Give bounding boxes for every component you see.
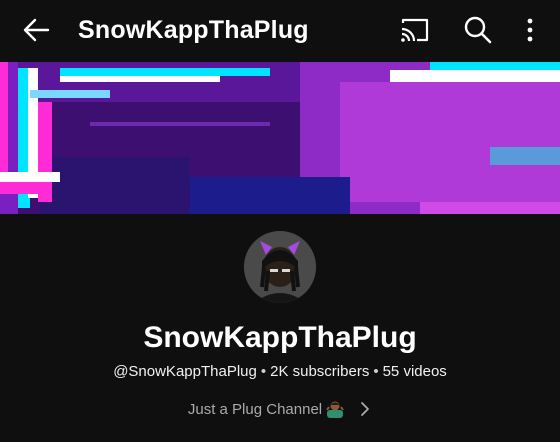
video-count: 55 videos [382,363,447,380]
channel-banner [0,62,560,214]
search-button[interactable] [460,12,496,48]
channel-avatar[interactable] [244,231,316,303]
subscriber-count: 2K subscribers [270,363,370,380]
channel-description: Just a Plug Channel [187,400,323,418]
person-shrugging-emoji [326,401,344,418]
channel-name: SnowKappThaPlug [143,321,417,354]
avatar-image [244,231,316,303]
app-header: SnowKappThaPlug [0,0,560,60]
banner-glitch-art [0,62,560,214]
channel-header-title: SnowKappThaPlug [78,16,309,44]
search-icon [464,16,492,44]
channel-handle: @SnowKappThaPlug [113,363,257,380]
more-vertical-icon [527,18,533,42]
channel-meta: @SnowKappThaPlug • 2K subscribers • 55 video… [0,361,560,383]
more-options-button[interactable] [518,12,542,48]
channel-description-link[interactable]: Just a Plug Channel [0,396,560,422]
back-button[interactable] [18,12,54,48]
cast-icon [401,18,429,42]
chevron-right-icon [361,402,370,416]
cast-button[interactable] [398,14,432,46]
arrow-left-icon [23,18,50,42]
meta-separator: • [373,363,379,380]
meta-separator: • [260,363,267,380]
